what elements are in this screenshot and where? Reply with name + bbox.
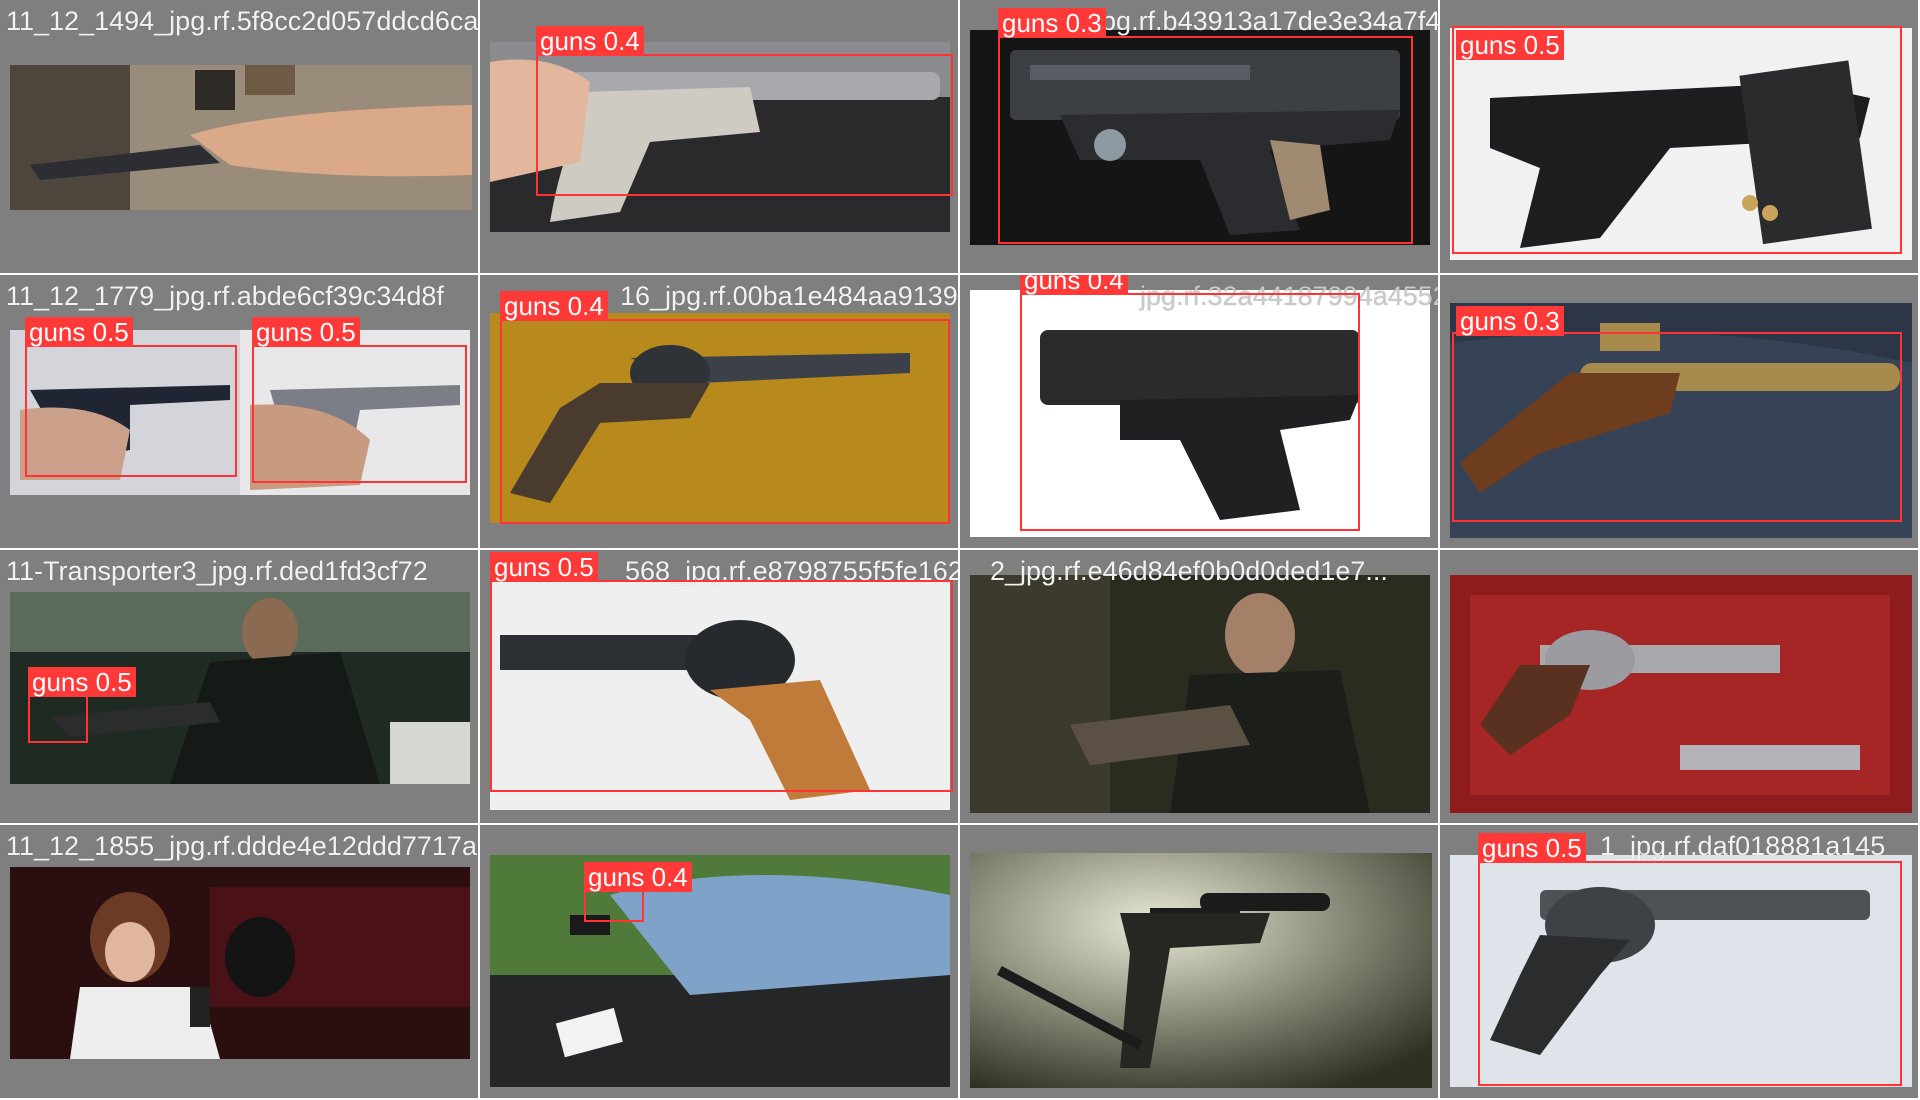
detection-label: guns 0.5 xyxy=(1478,833,1586,863)
detection-label: guns 0.3 xyxy=(998,8,1106,38)
detection-label: guns 0.5 xyxy=(490,552,598,582)
tile-3: 4_jpg.rf.b43913a17de3e34a7f4bd16_jpg.rf.… xyxy=(960,0,1440,275)
detection-label: guns 0.4 xyxy=(536,26,644,56)
tile-8: guns 0.3 xyxy=(1440,275,1920,550)
detection-label: guns 0.4 xyxy=(584,862,692,892)
detection-box: guns 0.5 xyxy=(490,552,953,792)
tile-7: jpg.rf.32a44187994a4552852761293_jpg.rf.… xyxy=(960,275,1440,550)
tile-5: 11_12_1779_jpg.rf.abde6cf39c34d8f guns 0… xyxy=(0,275,480,550)
tile-13: 11_12_1855_jpg.rf.ddde4e12ddd7717a2a63f7… xyxy=(0,825,480,1100)
image-filename xyxy=(1450,556,1458,587)
detection-grid: 11_12_1494_jpg.rf.5f8cc2d057ddcd6caf8f8b… xyxy=(0,0,1920,1100)
tile-2: guns 0.4 xyxy=(480,0,960,275)
detection-box: guns 0.4 xyxy=(584,862,692,922)
tile-11: 2_jpg.rf.e46d84ef0b0d0ded1e7... xyxy=(960,550,1440,825)
photo-hand-pistol xyxy=(10,65,472,210)
tile-15 xyxy=(960,825,1440,1100)
image-filename: 1_jpg.rf.daf018881a145 xyxy=(1600,831,1886,861)
image-filename: 16_jpg.rf.00ba1e484aa9139 xyxy=(620,281,958,311)
detection-box: guns 0.5 xyxy=(252,317,467,483)
detection-box: guns 0.4 xyxy=(536,26,953,196)
detection-box: guns 0.3 xyxy=(1452,306,1902,522)
image-filename: 11_12_1855_jpg.rf.ddde4e12ddd7717a2a63f7… xyxy=(6,831,480,861)
detection-label: guns 0.3 xyxy=(1456,306,1564,336)
detection-box: guns 0.4 xyxy=(1020,275,1360,531)
photo-woman-blaster xyxy=(10,867,470,1059)
tile-10: 568_jpg.rf.e8798755f5fe1626d350 guns 0.5 xyxy=(480,550,960,825)
tile-16: 1_jpg.rf.daf018881a145 guns 0.5 xyxy=(1440,825,1920,1100)
tile-9: 11-Transporter3_jpg.rf.ded1fd3cf72 guns … xyxy=(0,550,480,825)
image-filename: 4_jpg.rf.b43913a17de3e34a7f4bd16_jpg.rf.… xyxy=(1065,6,1440,36)
detection-label: guns 0.5 xyxy=(1456,30,1564,60)
detection-box: guns 0.5 xyxy=(1452,26,1902,254)
tile-1: 11_12_1494_jpg.rf.5f8cc2d057ddcd6caf8f8b… xyxy=(0,0,480,275)
detection-label: guns 0.4 xyxy=(500,291,608,321)
detection-label: guns 0.5 xyxy=(28,667,136,697)
photo-man-handgun xyxy=(970,575,1430,813)
image-filename: 11-Transporter3_jpg.rf.ded1fd3cf72 xyxy=(6,556,428,586)
photo-prone-shooter xyxy=(490,855,950,1087)
detection-box: guns 0.5 xyxy=(28,667,136,743)
image-filename: 11_12_1494_jpg.rf.5f8cc2d057ddcd6caf8f8b… xyxy=(6,6,479,36)
detection-label: guns 0.5 xyxy=(252,317,360,347)
photo-scoped-pistol xyxy=(970,853,1432,1088)
detection-label: guns 0.5 xyxy=(25,317,133,347)
image-filename: 2_jpg.rf.e46d84ef0b0d0ded1e7... xyxy=(990,556,1388,586)
detection-box: guns 0.5 xyxy=(25,317,237,477)
detection-box: guns 0.5 xyxy=(1478,833,1902,1086)
tile-14: guns 0.4 xyxy=(480,825,960,1100)
photo-revolver-case xyxy=(1450,575,1912,813)
detection-box: guns 0.3 xyxy=(998,8,1413,244)
detection-label: guns 0.4 xyxy=(1020,275,1128,295)
detection-box: guns 0.4 xyxy=(500,291,950,524)
tile-6: 16_jpg.rf.00ba1e484aa9139 guns 0.4 xyxy=(480,275,960,550)
tile-4: guns 0.5 xyxy=(1440,0,1920,275)
tile-12 xyxy=(1440,550,1920,825)
image-filename: 11_12_1779_jpg.rf.abde6cf39c34d8f xyxy=(6,281,444,311)
